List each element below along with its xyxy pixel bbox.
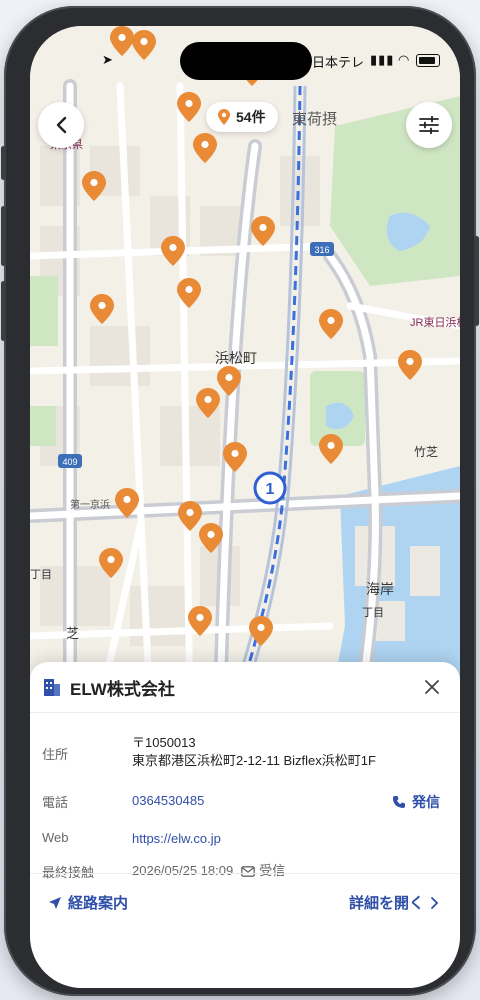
location-arrow-icon: ➤	[102, 52, 113, 67]
map-label-hamamatsucho: 浜松町	[215, 350, 257, 366]
map-label-kaigan: 海岸	[366, 581, 394, 597]
route-marker[interactable]: 1	[253, 471, 287, 505]
open-details-button[interactable]: 詳細を開く	[349, 892, 438, 913]
battery-icon	[416, 54, 440, 67]
map-label-jr: JR東日浜松町	[410, 315, 460, 329]
navigation-arrow-icon	[49, 896, 61, 909]
dynamic-island	[180, 42, 312, 80]
map-label-route-2: 第一京浜	[70, 498, 110, 511]
building-icon	[44, 679, 60, 696]
signal-icon: ▮▮▮	[370, 52, 395, 67]
power-button	[474, 236, 479, 326]
road-shield-316: 316	[314, 245, 329, 255]
screen: 316 409 東荷摂 浜松町 竹芝 海岸 丁目 芝 丁目 第一京浜 JR東日浜…	[30, 26, 460, 988]
address-label: 住所	[42, 747, 69, 762]
phone-frame: 316 409 東荷摂 浜松町 竹芝 海岸 丁目 芝 丁目 第一京浜 JR東日浜…	[1, 6, 479, 996]
sheet-footer: 経路案内 詳細を開く	[30, 873, 460, 944]
phone-icon	[393, 796, 405, 808]
map-label-shiba: 芝	[66, 626, 79, 641]
phone-label: 電話	[42, 795, 69, 810]
call-button[interactable]: 発信	[392, 792, 440, 812]
sliders-icon	[419, 116, 439, 134]
company-name: ELW株式会社	[70, 679, 175, 699]
carrier-label: 日本テレ	[312, 55, 365, 70]
close-icon	[425, 680, 439, 694]
address-row: 住所 〒1050013 東京都港区浜松町2-12-11 Bizflex浜松町1F	[42, 734, 440, 774]
phone-link[interactable]: 0364530485	[132, 792, 204, 810]
map-label-shiba-sub: 丁目	[30, 569, 52, 581]
road-shield-409: 409	[62, 457, 77, 467]
chevron-right-icon	[431, 896, 438, 909]
web-link[interactable]: https://elw.co.jp	[132, 830, 221, 848]
volume-down-button	[1, 281, 6, 341]
street-address: 東京都港区浜松町2-12-11 Bizflex浜松町1F	[132, 753, 376, 768]
pin-icon	[218, 109, 230, 125]
sheet-header: ELW株式会社	[30, 662, 460, 713]
map-label-takeshiba: 竹芝	[414, 444, 438, 459]
web-row: Web https://elw.co.jp	[42, 830, 440, 850]
chevron-left-icon	[56, 116, 67, 134]
address-value[interactable]: 〒1050013 東京都港区浜松町2-12-11 Bizflex浜松町1F	[132, 734, 376, 770]
svg-text:1: 1	[266, 481, 275, 498]
result-count-pill[interactable]: 54件	[206, 102, 278, 132]
volume-up-button	[1, 206, 6, 266]
phone-row: 電話 0364530485 発信	[42, 792, 440, 812]
map-label-kaigan-sub: 丁目	[362, 607, 384, 619]
wifi-icon: ◠	[398, 52, 410, 67]
close-button[interactable]	[420, 675, 444, 699]
result-count: 54件	[236, 109, 266, 125]
postal-code: 〒1050013	[132, 735, 196, 750]
company-detail-sheet: ELW株式会社 住所 〒1050013 東京都港区浜松町2-12-11 Bizf…	[30, 662, 460, 988]
filter-button[interactable]	[406, 102, 452, 148]
back-button[interactable]	[38, 102, 84, 148]
mute-switch	[1, 146, 6, 180]
web-label: Web	[42, 830, 69, 845]
route-guidance-button[interactable]: 経路案内	[48, 892, 128, 913]
map-label-east: 東荷摂	[292, 111, 337, 128]
